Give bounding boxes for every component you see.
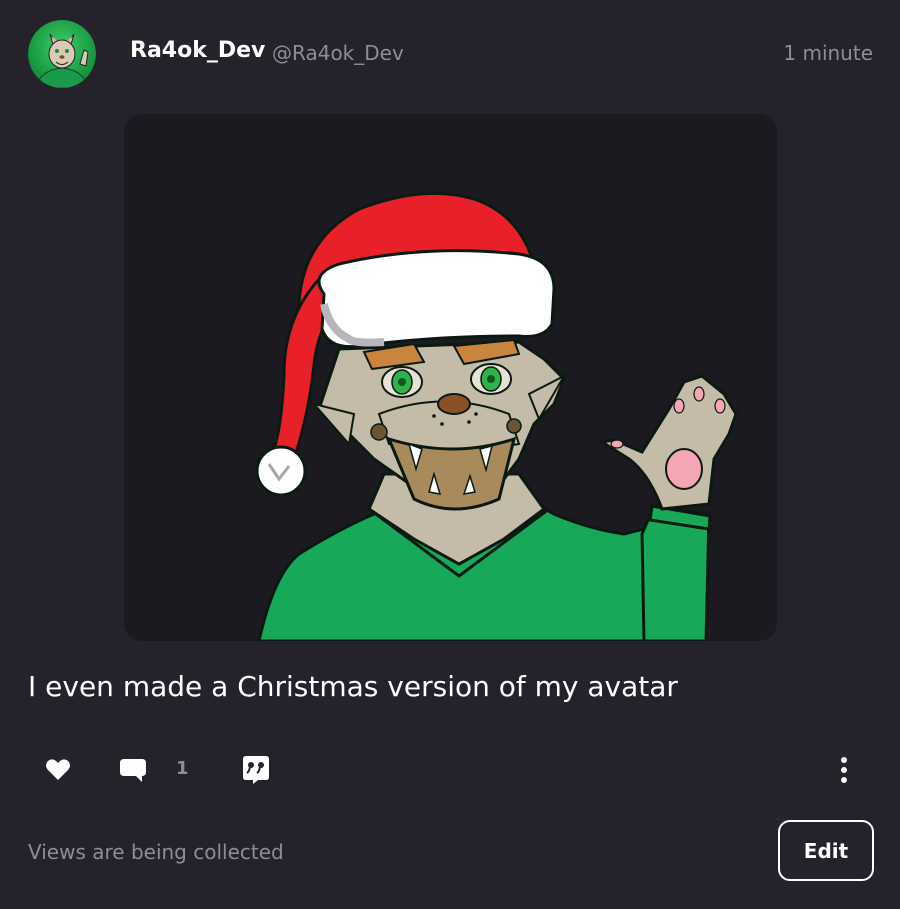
avatar-image xyxy=(28,20,96,88)
like-button[interactable] xyxy=(42,754,74,786)
edit-button[interactable]: Edit xyxy=(778,820,874,881)
post-card: Ra4ok_Dev @Ra4ok_Dev 1 minute I even mad… xyxy=(0,0,900,909)
post-timestamp[interactable]: 1 minute xyxy=(783,41,873,65)
comment-button[interactable] xyxy=(117,754,149,786)
views-status: Views are being collected xyxy=(28,840,284,864)
vertical-ellipsis-icon xyxy=(841,757,847,783)
author-avatar[interactable] xyxy=(28,20,96,88)
author-handle[interactable]: @Ra4ok_Dev xyxy=(272,41,404,65)
post-actions-bar: 1 xyxy=(0,748,900,792)
christmas-avatar-illustration xyxy=(124,114,777,641)
heart-icon xyxy=(46,759,70,780)
more-options-button[interactable] xyxy=(828,754,860,786)
quote-button[interactable] xyxy=(240,754,272,786)
post-image[interactable] xyxy=(124,114,777,641)
speech-bubble-icon xyxy=(120,759,146,782)
quote-bubble-icon xyxy=(243,756,269,784)
author-display-name[interactable]: Ra4ok_Dev xyxy=(130,38,265,63)
post-text: I even made a Christmas version of my av… xyxy=(28,670,678,703)
comment-count: 1 xyxy=(176,758,189,779)
